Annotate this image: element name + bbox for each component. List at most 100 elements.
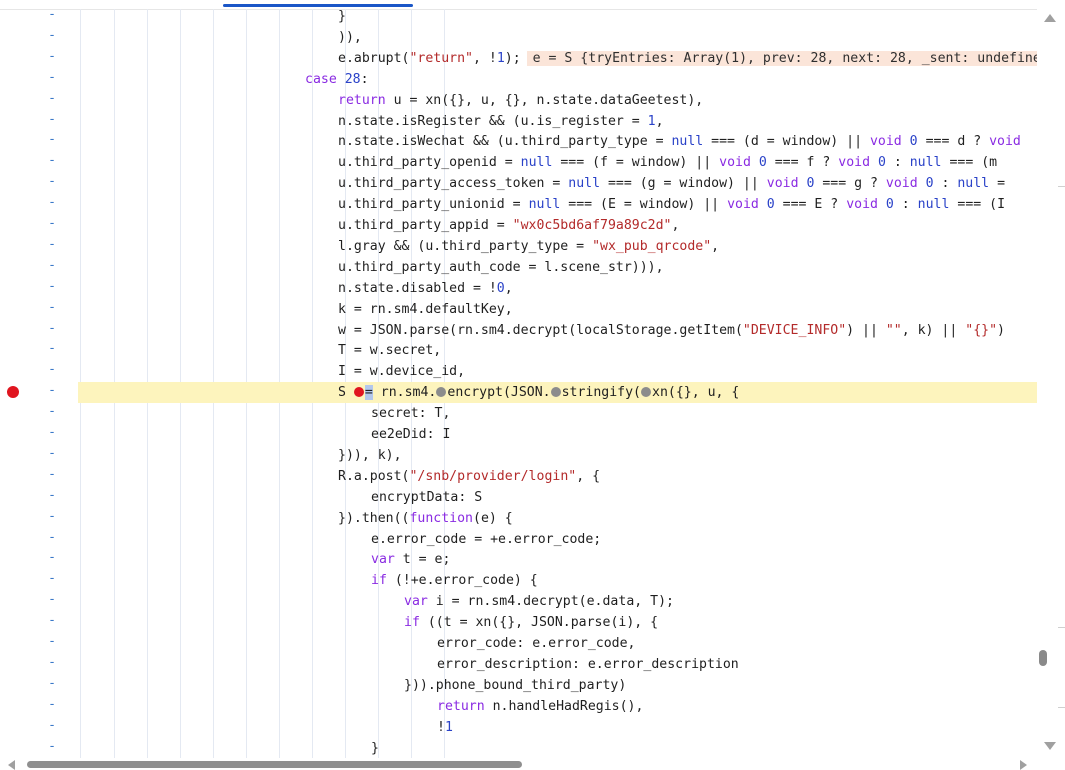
line-gutter-marker[interactable]: - <box>46 488 58 503</box>
line-gutter-marker[interactable]: - <box>46 697 58 712</box>
line-gutter-marker[interactable]: - <box>46 571 58 586</box>
line-gutter-marker[interactable]: - <box>46 425 58 440</box>
code-line[interactable]: - return n.handleHadRegis(), <box>0 696 1037 717</box>
code-line[interactable]: - if ((t = xn({}, JSON.parse(i), { <box>0 612 1037 633</box>
code-line[interactable]: - n.state.disabled = !0, <box>0 278 1037 299</box>
code-line[interactable]: - })), k), <box>0 445 1037 466</box>
code-line[interactable]: - T = w.secret, <box>0 340 1037 361</box>
code-token: null <box>917 197 950 213</box>
code-line[interactable]: - var t = e; <box>0 549 1037 570</box>
inline-breakpoint-option-icon[interactable] <box>550 387 561 398</box>
code-line[interactable]: - u.third_party_auth_code = l.scene_str))… <box>0 257 1037 278</box>
code-line[interactable]: - n.state.isWechat && (u.third_party_type… <box>0 131 1037 152</box>
horizontal-scrollbar[interactable] <box>0 758 1065 770</box>
code-line[interactable]: - return u = xn({}, u, {}, n.state.dataGe… <box>0 90 1037 111</box>
line-gutter-marker[interactable]: - <box>46 132 58 147</box>
code-line[interactable]: - l.gray && (u.third_party_type = "wx_pub… <box>0 236 1037 257</box>
inline-breakpoint-option-icon[interactable] <box>436 387 447 398</box>
scroll-up-icon[interactable] <box>1044 14 1056 22</box>
line-gutter-marker[interactable]: - <box>46 676 58 691</box>
line-gutter-marker[interactable]: - <box>46 404 58 419</box>
code-text: w = JSON.parse(rn.sm4.decrypt(localStora… <box>338 321 1005 340</box>
line-gutter-marker[interactable]: - <box>46 112 58 127</box>
line-gutter-marker[interactable]: - <box>46 258 58 273</box>
code-line[interactable]: - error_description: e.error_description <box>0 654 1037 675</box>
scroll-marker <box>1058 707 1065 708</box>
vertical-scrollbar[interactable] <box>1037 0 1065 758</box>
code-token: 0 <box>496 280 505 296</box>
line-gutter-marker[interactable]: - <box>46 70 58 85</box>
scroll-right-icon[interactable] <box>1020 760 1027 770</box>
code-line[interactable]: - if (!+e.error_code) { <box>0 570 1037 591</box>
code-line[interactable]: - I = w.device_id, <box>0 361 1037 382</box>
line-gutter-marker[interactable]: - <box>46 383 58 398</box>
line-gutter-marker[interactable]: - <box>46 655 58 670</box>
code-line[interactable]: - e.abrupt("return", !1); e = S {tryEntrie… <box>0 48 1037 69</box>
code-text: n.state.isWechat && (u.third_party_type … <box>338 132 1021 151</box>
code-line[interactable]: - R.a.post("/snb/provider/login", { <box>0 466 1037 487</box>
line-gutter-marker[interactable]: - <box>46 91 58 106</box>
code-token: "wx_pub_qrcode" <box>592 238 712 254</box>
code-line[interactable]: -}).then((function(e) { <box>0 508 1037 529</box>
inline-breakpoint-option-icon[interactable] <box>641 387 651 398</box>
line-gutter-marker[interactable]: - <box>46 592 58 607</box>
line-gutter-marker[interactable]: - <box>46 341 58 356</box>
breakpoint-icon[interactable] <box>7 386 19 399</box>
code-line[interactable]: - case 28: <box>0 69 1037 90</box>
line-gutter-marker[interactable]: - <box>46 467 58 482</box>
line-gutter-marker[interactable]: - <box>46 153 58 168</box>
code-token: u.third_party_access_token = <box>338 176 569 192</box>
line-gutter-marker[interactable]: - <box>46 739 58 754</box>
line-gutter-marker[interactable]: - <box>46 237 58 252</box>
line-gutter-marker[interactable]: - <box>46 362 58 377</box>
code-line[interactable]: - secret: T, <box>0 403 1037 424</box>
code-text: })), k), <box>338 446 402 465</box>
line-gutter-marker[interactable]: - <box>46 446 58 461</box>
code-line-paused[interactable]: - S = rn.sm4. encrypt(JSON. stringify(xn({}… <box>0 382 1037 404</box>
line-gutter-marker[interactable]: - <box>46 7 58 22</box>
code-line[interactable]: - u.third_party_appid = "wx0c5bd6af79a89c… <box>0 215 1037 236</box>
code-line[interactable]: - ee2eDid: I <box>0 424 1037 445</box>
code-line[interactable]: -})).phone_bound_third_party) <box>0 675 1037 696</box>
code-line[interactable]: - u.third_party_unionid = null === (E = w… <box>0 194 1037 215</box>
scroll-left-icon[interactable] <box>8 760 15 770</box>
code-line[interactable]: - w = JSON.parse(rn.sm4.decrypt(localStor… <box>0 320 1037 341</box>
line-gutter-marker[interactable]: - <box>46 49 58 64</box>
code-token: }).then(( <box>338 510 410 526</box>
code-token: null <box>671 134 704 150</box>
line-gutter-marker[interactable]: - <box>46 634 58 649</box>
code-line[interactable]: - !1 <box>0 717 1037 738</box>
line-gutter-marker[interactable]: - <box>46 509 58 524</box>
code-line[interactable]: - var i = rn.sm4.decrypt(e.data, T); <box>0 591 1037 612</box>
line-gutter-marker[interactable]: - <box>46 718 58 733</box>
line-gutter-marker[interactable]: - <box>46 530 58 545</box>
line-gutter-marker[interactable]: - <box>46 613 58 628</box>
inline-breakpoint-icon[interactable] <box>353 387 364 398</box>
code-line[interactable]: - u.third_party_access_token = null === (… <box>0 173 1037 194</box>
code-line[interactable]: -} <box>0 6 1037 27</box>
vertical-scroll-thumb[interactable] <box>1039 650 1047 666</box>
code-line[interactable]: - k = rn.sm4.defaultKey, <box>0 299 1037 320</box>
line-gutter-marker[interactable]: - <box>46 174 58 189</box>
line-gutter-marker[interactable]: - <box>46 28 58 43</box>
code-line[interactable]: - e.error_code = +e.error_code; <box>0 529 1037 550</box>
code-token: : <box>933 176 958 192</box>
code-token: "wx0c5bd6af79a89c2d" <box>512 218 672 233</box>
line-gutter-marker[interactable]: - <box>46 321 58 336</box>
line-gutter-marker[interactable]: - <box>46 279 58 294</box>
code-editor[interactable]: -} -)), - e.abrupt("return", !1); e = S {try… <box>0 0 1037 758</box>
code-token: 1 <box>496 50 505 66</box>
code-line[interactable]: - encryptData: S <box>0 487 1037 508</box>
horizontal-scroll-thumb[interactable] <box>27 761 522 768</box>
line-gutter-marker[interactable]: - <box>46 300 58 315</box>
code-line[interactable]: -)), <box>0 27 1037 48</box>
line-gutter-marker[interactable]: - <box>46 216 58 231</box>
code-line[interactable]: - error_code: e.error_code, <box>0 633 1037 654</box>
code-line[interactable]: -} <box>0 738 1037 759</box>
code-line[interactable]: - u.third_party_openid = null === (f = wi… <box>0 152 1037 173</box>
code-token: = <box>989 176 1006 192</box>
line-gutter-marker[interactable]: - <box>46 550 58 565</box>
scroll-down-icon[interactable] <box>1044 742 1056 750</box>
code-line[interactable]: - n.state.isRegister && (u.is_register = … <box>0 111 1037 132</box>
line-gutter-marker[interactable]: - <box>46 195 58 210</box>
